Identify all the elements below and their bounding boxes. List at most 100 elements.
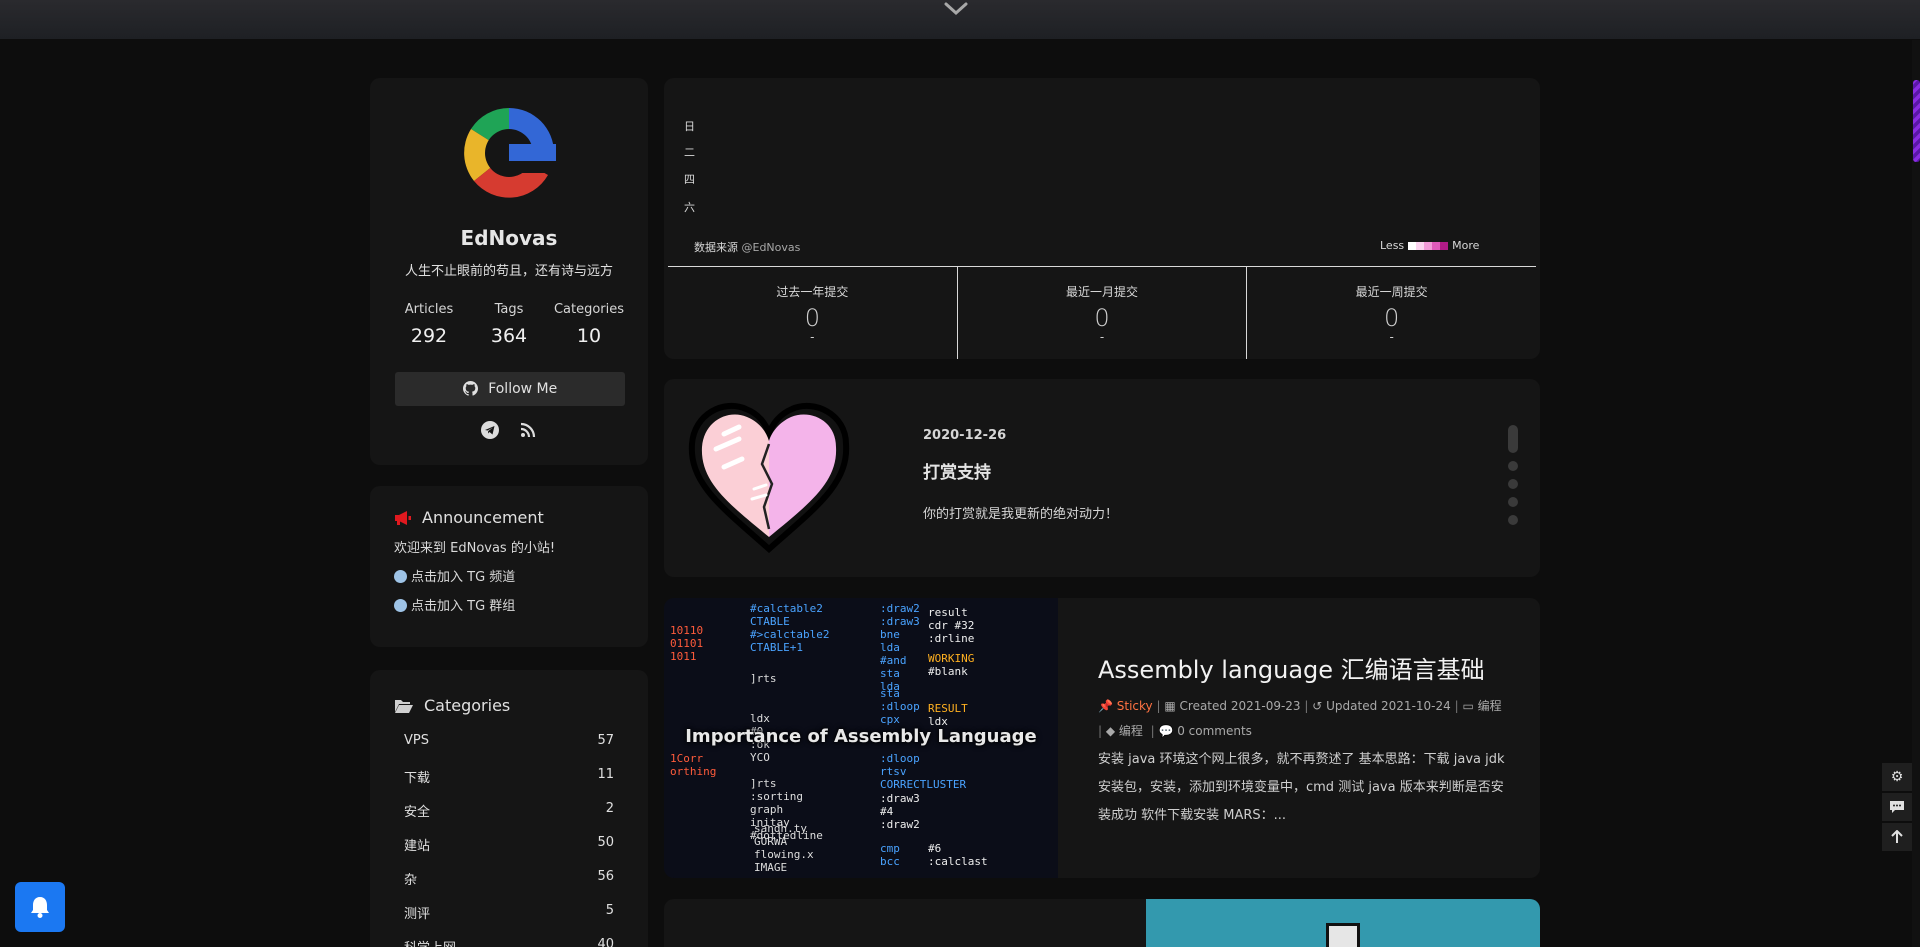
category-item-security[interactable]: 安全 2	[394, 801, 624, 835]
category-count: 40	[597, 937, 614, 947]
post-tag-link[interactable]: 编程	[1119, 724, 1143, 738]
slide-description: 你的打赏就是我更新的绝对动力！	[923, 507, 1119, 522]
slider-dot[interactable]	[1508, 497, 1518, 507]
weekday-label: 日	[684, 120, 695, 133]
category-name: 下载	[404, 771, 431, 786]
category-item-vps[interactable]: VPS 57	[394, 733, 624, 767]
stat-value: 292	[410, 325, 448, 347]
post-meta: 📌 Sticky | ▦ Created 2021-09-23 | ↺ Upda…	[1098, 699, 1502, 738]
category-count: 11	[597, 767, 614, 782]
follow-me-button[interactable]: Follow Me	[395, 372, 625, 406]
post-excerpt: 安装 java 环境这个网上很多，就不再赘述了 基本思路：下载 java jdk…	[1098, 752, 1505, 823]
stat-label: Categories	[553, 302, 625, 317]
data-source-label: 数据来源	[694, 241, 738, 254]
slide-date: 2020-12-26	[923, 428, 1007, 443]
megaphone-icon	[395, 510, 411, 525]
next-post-cover-icon	[1326, 923, 1360, 947]
stat-articles[interactable]: Articles 292	[390, 302, 468, 347]
tg-group-link[interactable]: 点击加入 TG 群组	[394, 595, 624, 614]
rss-icon[interactable]	[518, 420, 538, 440]
category-item-review[interactable]: 测评 5	[394, 903, 624, 937]
legend-less-label: Less	[1380, 239, 1405, 252]
scrollbar-thumb[interactable]	[1913, 80, 1920, 162]
tg-channel-label: 点击加入 TG 频道	[411, 570, 516, 585]
announcement-title: Announcement	[422, 508, 544, 527]
category-name: 杂	[404, 873, 418, 888]
top-header-bar	[0, 0, 1920, 39]
cover-title: Importance of Assembly Language	[685, 726, 1037, 747]
post-comments-link[interactable]: 0 comments	[1177, 724, 1252, 738]
stat-week: 最近一周提交 0 -	[1247, 267, 1536, 359]
categories-title: Categories	[424, 696, 511, 715]
social-links	[370, 420, 648, 440]
stat-tags[interactable]: Tags 364	[470, 302, 548, 347]
category-item-website[interactable]: 建站 50	[394, 835, 624, 869]
settings-gear-icon[interactable]: ⚙	[1882, 763, 1912, 791]
weekday-label: 四	[684, 173, 695, 186]
stat-title: 最近一月提交	[1066, 285, 1139, 299]
slider-dot[interactable]	[1508, 515, 1518, 525]
telegram-icon[interactable]	[480, 420, 500, 440]
comments-button-icon[interactable]	[1882, 793, 1912, 821]
category-count: 2	[605, 801, 614, 816]
next-post-card	[664, 899, 1540, 947]
heart-image	[684, 389, 854, 559]
tg-group-label: 点击加入 TG 群组	[411, 599, 516, 614]
sticky-badge: 📌 Sticky	[1098, 699, 1153, 713]
post-cover-image[interactable]: 10110 01101 1011 1Corr orthing #calctable2 C…	[664, 598, 1058, 878]
category-item-misc[interactable]: 杂 56	[394, 869, 624, 903]
legend-swatch	[1440, 241, 1449, 250]
slider-dot[interactable]	[1508, 479, 1518, 489]
stat-value: 0	[1384, 304, 1400, 332]
contribution-stats: 过去一年提交 0 - 最近一月提交 0 - 最近一周提交 0 -	[668, 267, 1536, 359]
scroll-down-chevron-icon[interactable]	[940, 0, 972, 20]
github-contribution-card: 日 二 四 六 数据来源 @EdNovas Less More 过去一年提交 0…	[664, 78, 1540, 359]
weekday-label: 二	[684, 146, 695, 159]
tag-icon: ◆	[1105, 724, 1116, 738]
stat-title: 过去一年提交	[776, 285, 849, 299]
site-description: 人生不止眼前的苟且，还有诗与远方	[404, 264, 613, 279]
category-count: 56	[597, 869, 614, 884]
stat-categories[interactable]: Categories 10	[550, 302, 628, 347]
categories-card: Categories VPS 57 下载 11 安全 2 建站 50 杂 56 测评 5 科…	[370, 670, 648, 947]
weekday-label: 六	[684, 201, 695, 214]
telegram-icon	[394, 599, 407, 612]
category-name: 安全	[404, 805, 431, 820]
announcement-welcome: 欢迎来到 EdNovas 的小站!	[394, 541, 556, 556]
category-count: 50	[597, 835, 614, 850]
heatmap-legend: Less More	[1380, 239, 1479, 252]
sticky-post-slider[interactable]: 2020-12-26 打赏支持 你的打赏就是我更新的绝对动力！	[664, 379, 1540, 577]
slider-dot-active[interactable]	[1508, 425, 1518, 453]
stat-title: 最近一周提交	[1355, 285, 1428, 299]
page-scrollbar[interactable]	[1912, 40, 1920, 947]
telegram-icon	[394, 570, 407, 583]
data-source-user-link[interactable]: @EdNovas	[742, 241, 801, 254]
post-category-link[interactable]: 编程	[1478, 699, 1502, 713]
announcement-header: Announcement	[394, 508, 624, 527]
follow-me-label: Follow Me	[488, 381, 558, 397]
post-title-link[interactable]: Assembly language 汇编语言基础	[1098, 650, 1485, 685]
categories-header: Categories	[394, 696, 624, 715]
category-name: 建站	[404, 839, 431, 854]
site-logo	[458, 102, 560, 204]
category-count: 57	[597, 733, 614, 748]
notification-bell-button[interactable]	[15, 882, 65, 932]
tg-channel-link[interactable]: 点击加入 TG 频道	[394, 566, 624, 585]
back-to-top-arrow-icon[interactable]	[1882, 823, 1912, 851]
slider-dot[interactable]	[1508, 461, 1518, 471]
github-icon	[462, 381, 478, 396]
legend-swatch	[1424, 241, 1433, 250]
legend-swatch	[1416, 241, 1425, 250]
post-updated-date: Updated 2021-10-24	[1326, 699, 1451, 713]
legend-swatch	[1432, 241, 1441, 250]
stat-label: Articles	[404, 302, 454, 317]
post-card: 10110 01101 1011 1Corr orthing #calctable2 C…	[664, 598, 1540, 878]
slide-title[interactable]: 打赏支持	[923, 458, 991, 483]
category-item-proxy[interactable]: 科学上网 40	[394, 937, 624, 947]
category-count: 5	[605, 903, 614, 918]
category-item-download[interactable]: 下载 11	[394, 767, 624, 801]
category-list: VPS 57 下载 11 安全 2 建站 50 杂 56 测评 5 科学上网 40	[394, 733, 624, 947]
sticky-label: Sticky	[1116, 699, 1153, 713]
calendar-icon: ▦	[1164, 699, 1176, 713]
site-name: EdNovas	[460, 226, 558, 250]
